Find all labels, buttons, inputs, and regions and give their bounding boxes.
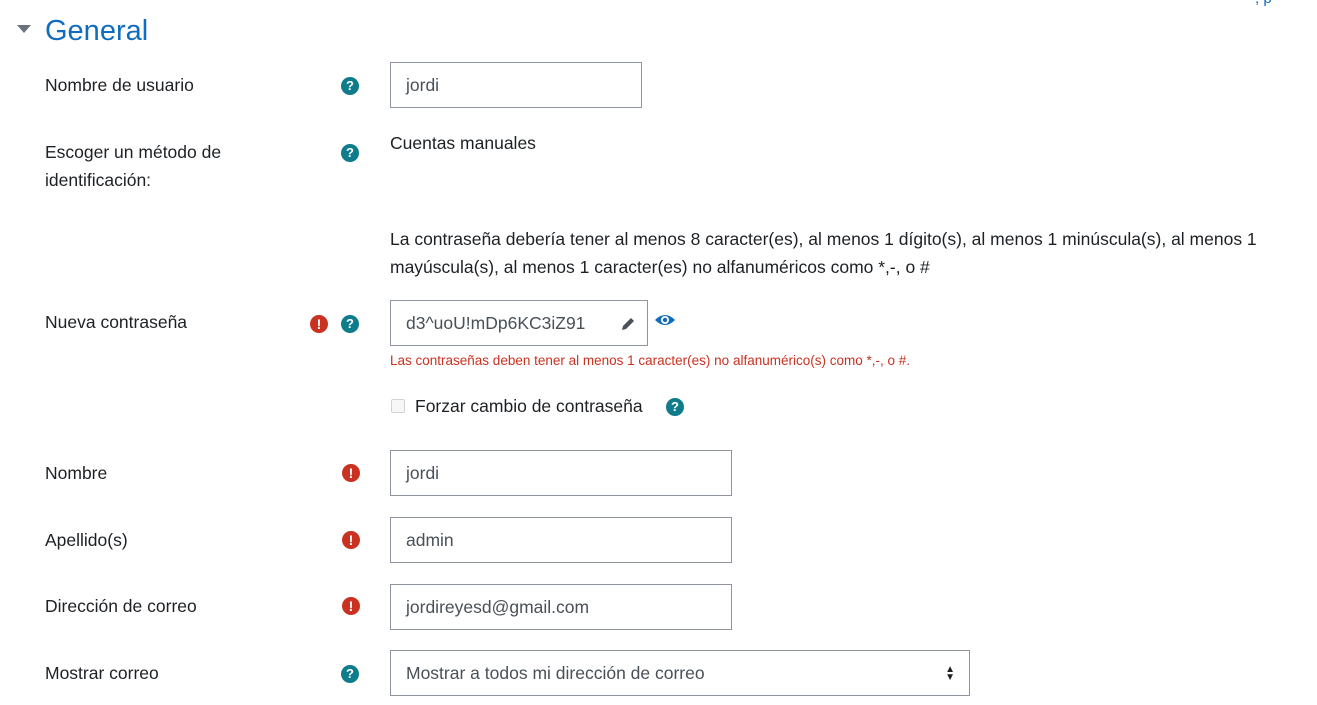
password-policy-line1: La contraseña debería tener al menos 8 c… (390, 229, 1257, 249)
new-password-value: d3^uoU!mDp6KC3iZ91 (406, 313, 586, 333)
pencil-icon[interactable] (619, 315, 637, 333)
force-change-help-icon[interactable]: ? (666, 398, 684, 416)
force-change-label[interactable]: Forzar cambio de contraseña (415, 392, 643, 420)
reveal-eye-icon[interactable] (654, 312, 676, 328)
username-input[interactable]: jordi (390, 62, 642, 108)
new-password-label: Nueva contraseña (45, 312, 188, 332)
maildisplay-label: Mostrar correo (45, 663, 159, 683)
username-help-icon[interactable]: ? (341, 77, 359, 95)
maildisplay-selected-value: Mostrar a todos mi dirección de correo (406, 663, 705, 683)
force-change-checkbox[interactable] (391, 399, 405, 413)
auth-help-icon[interactable]: ? (341, 144, 359, 162)
username-label: Nombre de usuario (45, 75, 194, 95)
required-exclamation-circle-icon: ! (342, 531, 360, 549)
select-arrows-icon: ▲ ▼ (945, 664, 955, 683)
new-password-input[interactable]: d3^uoU!mDp6KC3iZ91 (390, 300, 648, 346)
maildisplay-select[interactable]: Mostrar a todos mi dirección de correo ▲… (390, 650, 970, 696)
required-exclamation-circle-icon: ! (342, 464, 360, 482)
firstname-input[interactable]: jordi (390, 450, 732, 496)
collapse-caret-down-icon[interactable] (17, 25, 31, 33)
required-exclamation-circle-icon: ! (342, 597, 360, 615)
auth-label-line2: identificación: (45, 170, 152, 190)
section-title-general[interactable]: General (45, 12, 148, 50)
lastname-input[interactable]: admin (390, 517, 732, 563)
maildisplay-help-icon[interactable]: ? (341, 665, 359, 683)
expand-all-link[interactable]: , p (1255, 0, 1272, 7)
auth-method-value: Cuentas manuales (390, 133, 536, 153)
auth-label-line1: Escoger un método de (45, 142, 222, 162)
password-policy-line2: mayúscula(s), al menos 1 caracter(es) no… (390, 257, 930, 277)
required-exclamation-circle-icon: ! (310, 315, 328, 333)
email-input[interactable]: jordireyesd@gmail.com (390, 584, 732, 630)
lastname-label: Apellido(s) (45, 530, 128, 550)
password-error-message: Las contraseñas deben tener al menos 1 c… (390, 353, 911, 368)
firstname-label: Nombre (45, 463, 108, 483)
new-password-help-icon[interactable]: ? (341, 315, 359, 333)
email-label: Dirección de correo (45, 596, 197, 616)
